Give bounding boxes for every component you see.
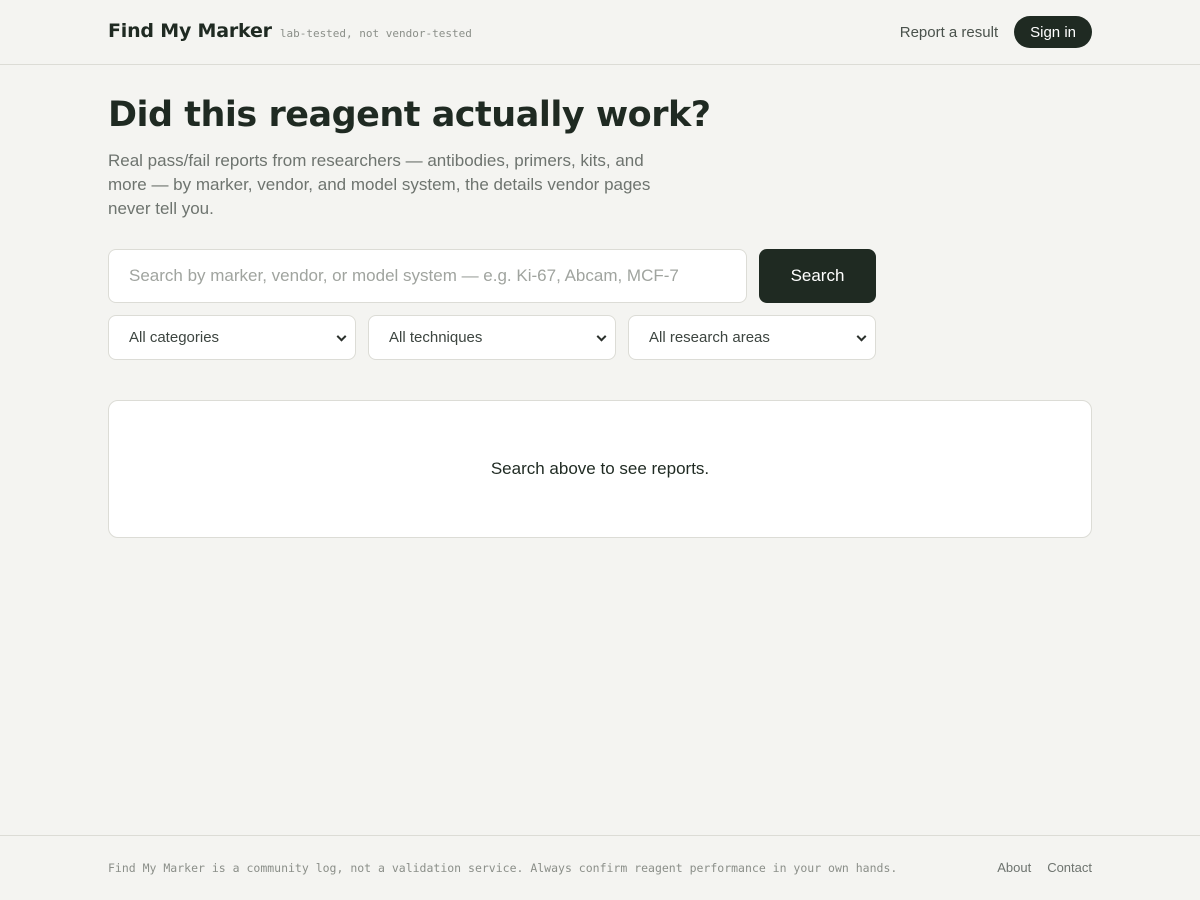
chevron-down-icon (596, 331, 607, 342)
brand-tagline: lab-tested, not vendor-tested (279, 27, 472, 40)
report-result-link[interactable]: Report a result (900, 24, 998, 41)
search-input[interactable] (108, 249, 747, 303)
page-subtitle: Real pass/fail reports from researchers … (108, 151, 651, 218)
research-area-select[interactable]: All research areas (628, 315, 876, 360)
brand: Find My Marker lab-tested, not vendor-te… (108, 20, 472, 42)
site-footer: Find My Marker is a community log, not a… (0, 835, 1200, 900)
footer-disclaimer: Find My Marker is a community log, not a… (108, 861, 898, 875)
site-header: Find My Marker lab-tested, not vendor-te… (0, 0, 1200, 65)
technique-select-value: All techniques (389, 329, 483, 346)
page-title: Did this reagent actually work? (108, 95, 711, 135)
technique-select[interactable]: All techniques (368, 315, 616, 360)
category-select[interactable]: All categories (108, 315, 356, 360)
results-empty-message: Search above to see reports. (490, 459, 710, 478)
search-button[interactable]: Search (759, 249, 876, 303)
research-area-select-value: All research areas (649, 329, 770, 346)
chevron-down-icon (336, 331, 347, 342)
sign-in-button[interactable]: Sign in (1014, 16, 1092, 48)
contact-link[interactable]: Contact (1047, 860, 1092, 875)
chevron-down-icon (856, 331, 867, 342)
results-panel: Search above to see reports. (108, 400, 1092, 538)
top-nav: Report a result Sign in (900, 16, 1092, 48)
brand-name[interactable]: Find My Marker (108, 20, 272, 42)
footer-links: About Contact (981, 860, 1092, 875)
about-link[interactable]: About (997, 860, 1031, 875)
category-select-value: All categories (129, 329, 220, 346)
